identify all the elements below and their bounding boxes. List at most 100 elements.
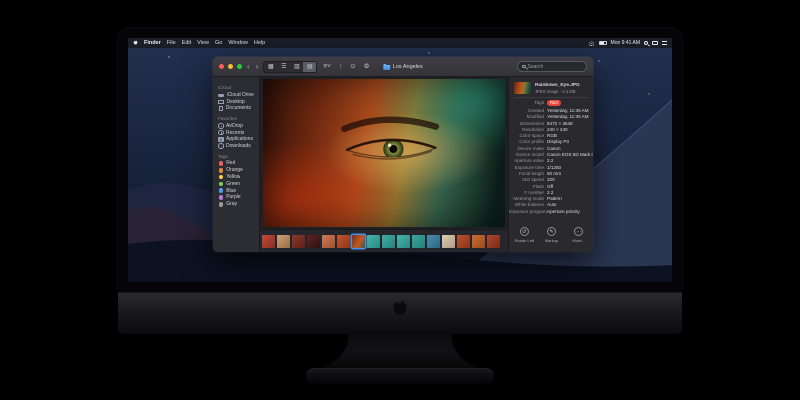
- menu-item[interactable]: File: [167, 40, 176, 46]
- control-center-icon[interactable]: [652, 41, 658, 45]
- eye-illustration: [338, 116, 444, 176]
- sidebar-tag-item[interactable]: Gray: [218, 201, 259, 208]
- back-button[interactable]: ‹: [246, 63, 251, 71]
- spotlight-icon[interactable]: [644, 41, 648, 45]
- thumbnail-strip: [260, 229, 508, 252]
- battery-icon[interactable]: [599, 41, 607, 45]
- sidebar-tag-item[interactable]: Orange: [218, 167, 259, 174]
- window-title-area: Los Angeles: [383, 57, 422, 77]
- thumbnail[interactable]: [382, 235, 395, 248]
- divider: [514, 97, 589, 98]
- thumbnail[interactable]: [472, 235, 485, 248]
- tag-color-dot: [219, 168, 224, 173]
- sidebar-item[interactable]: Recents: [218, 129, 259, 136]
- sidebar-item-icon: [218, 100, 224, 104]
- gallery-view-button[interactable]: ▤: [303, 62, 316, 72]
- folder-icon: [383, 65, 390, 70]
- minimize-button[interactable]: [228, 64, 233, 69]
- imac-pro: Finder File Edit View Go Window Help Mon 9:41…: [0, 0, 800, 400]
- tag-color-dot: [219, 175, 224, 180]
- zoom-button[interactable]: [237, 64, 242, 69]
- photo-eye-large-preview[interactable]: [263, 79, 505, 227]
- menu-app-name[interactable]: Finder: [144, 40, 161, 46]
- menu-clock[interactable]: Mon 9:41 AM: [611, 40, 640, 46]
- preview-tag-badge[interactable]: Red: [547, 100, 561, 106]
- tag-color-dot: [219, 182, 224, 187]
- thumbnail[interactable]: [337, 235, 350, 248]
- thumbnail[interactable]: [292, 235, 305, 248]
- tag-color-dot: [219, 202, 224, 207]
- finder-window: ‹ › ▦ ☰ ▥ ▤ ≡˅ ↑ ⊙ ⚙ Los Angeles: [213, 57, 593, 252]
- menu-item[interactable]: Window: [228, 40, 248, 46]
- sidebar-tag-item[interactable]: Blue: [218, 187, 259, 194]
- thumbnail[interactable]: [307, 235, 320, 248]
- sidebar-item[interactable]: Desktop: [218, 98, 259, 105]
- thumbnail[interactable]: [412, 235, 425, 248]
- sidebar-item-icon: [219, 106, 224, 112]
- thumbnail[interactable]: [262, 235, 275, 248]
- thumbnail[interactable]: [427, 235, 440, 248]
- sidebar-item[interactable]: AirDrop: [218, 122, 259, 129]
- notification-center-icon[interactable]: [662, 41, 667, 45]
- gallery-view: [260, 77, 508, 252]
- menu-item[interactable]: View: [197, 40, 209, 46]
- sidebar-section-icloud: iCloud: [218, 85, 259, 90]
- search-field[interactable]: [517, 61, 587, 72]
- column-view-button[interactable]: ▥: [290, 62, 303, 72]
- thumbnail[interactable]: [367, 235, 380, 248]
- metadata-list: Created Yesterday, 11:36 AM Modified Yes…: [509, 108, 593, 215]
- sidebar-item-icon: [218, 143, 224, 149]
- sidebar-tag-item[interactable]: Green: [218, 180, 259, 187]
- sidebar-item[interactable]: Documents: [218, 105, 259, 112]
- sidebar-item-icon: [218, 130, 224, 136]
- preview-filename: Rainbows_Eye.JPG: [535, 83, 580, 89]
- quick-action-button[interactable]: ✎ Markup: [540, 227, 564, 243]
- menu-item[interactable]: Go: [215, 40, 222, 46]
- window-title: Los Angeles: [393, 64, 423, 70]
- sidebar-item[interactable]: iCloud Drive: [218, 92, 259, 99]
- menu-item[interactable]: Edit: [182, 40, 191, 46]
- quick-action-button[interactable]: ↺ Rotate Left: [512, 227, 536, 243]
- thumbnail[interactable]: [397, 235, 410, 248]
- window-toolbar: ‹ › ▦ ☰ ▥ ▤ ≡˅ ↑ ⊙ ⚙ Los Angeles: [213, 57, 593, 77]
- search-input[interactable]: [528, 64, 583, 70]
- group-by-button[interactable]: ≡˅: [321, 62, 333, 72]
- thumbnail[interactable]: [442, 235, 455, 248]
- action-menu-button[interactable]: ⚙: [362, 62, 372, 72]
- tags-button[interactable]: ⊙: [348, 62, 357, 72]
- thumbnail[interactable]: [352, 235, 365, 248]
- thumbnail[interactable]: [322, 235, 335, 248]
- sidebar-item[interactable]: Applications: [218, 136, 259, 143]
- preview-panel: Rainbows_Eye.JPG JPEG image - 2.4 MB Tag…: [508, 77, 593, 252]
- sidebar-tag-item[interactable]: Purple: [218, 194, 259, 201]
- sidebar-item-icon: [218, 137, 224, 143]
- wifi-icon[interactable]: [588, 41, 595, 46]
- sidebar-item[interactable]: Downloads: [218, 143, 259, 150]
- sidebar-section-tags: Tags: [218, 154, 259, 159]
- thumbnail[interactable]: [457, 235, 470, 248]
- quick-action-button[interactable]: ⋯ More...: [567, 227, 591, 243]
- imac-stand-base: [306, 368, 494, 384]
- thumbnail[interactable]: [487, 235, 500, 248]
- forward-button[interactable]: ›: [255, 63, 260, 71]
- apple-logo: [391, 299, 409, 320]
- sidebar: iCloud iCloud Drive Desktop: [213, 77, 260, 252]
- preview-fileinfo: JPEG image - 2.4 MB: [535, 89, 580, 94]
- quick-action-icon: ⋯: [574, 227, 583, 236]
- preview-file-thumbnail: [514, 82, 531, 94]
- sidebar-tag-item[interactable]: Red: [218, 160, 259, 167]
- tag-color-dot: [219, 161, 224, 166]
- close-button[interactable]: [219, 64, 224, 69]
- thumbnail[interactable]: [277, 235, 290, 248]
- metadata-row: Exposure program Aperture priority: [509, 209, 593, 215]
- sidebar-section-favorites: Favorites: [218, 116, 259, 121]
- icon-view-button[interactable]: ▦: [264, 62, 277, 72]
- sidebar-tag-item[interactable]: Yellow: [218, 174, 259, 181]
- search-icon: [522, 65, 526, 69]
- list-view-button[interactable]: ☰: [277, 62, 290, 72]
- sidebar-item-icon: [218, 123, 224, 129]
- share-button[interactable]: ↑: [337, 62, 344, 72]
- sidebar-item-icon: [218, 94, 224, 98]
- apple-menu-icon[interactable]: [133, 40, 138, 46]
- menu-item[interactable]: Help: [254, 40, 265, 46]
